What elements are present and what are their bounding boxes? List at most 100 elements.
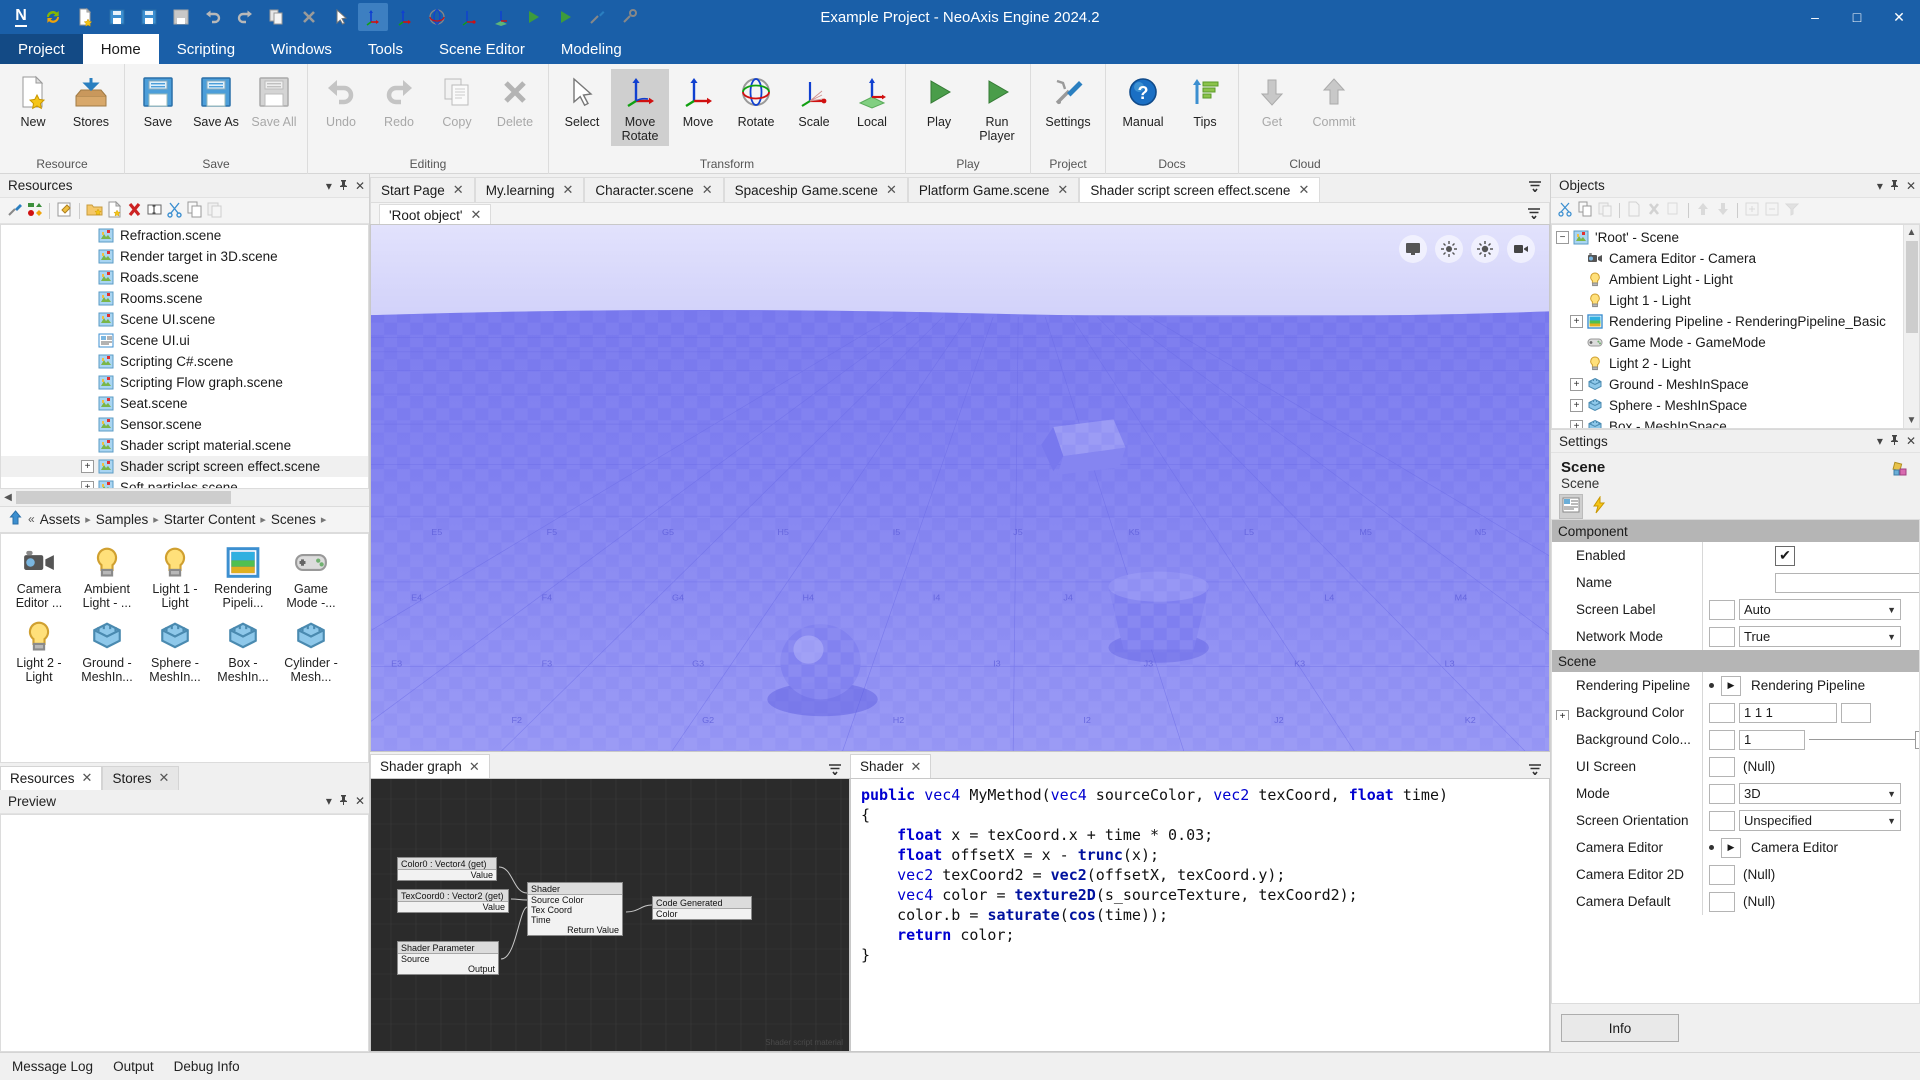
- wrench-icon[interactable]: [614, 3, 644, 31]
- events-icon[interactable]: [1591, 494, 1607, 517]
- pin-icon[interactable]: [338, 179, 349, 193]
- ribbon-tab-tools[interactable]: Tools: [350, 34, 421, 64]
- info-button[interactable]: Info: [1561, 1014, 1679, 1042]
- move-down-icon[interactable]: [1715, 201, 1731, 220]
- asset-item[interactable]: Ground - MeshIn...: [73, 614, 141, 688]
- property-value[interactable]: 1 1 1: [1702, 699, 1919, 726]
- minimize-button[interactable]: –: [1794, 0, 1836, 34]
- undo-button[interactable]: Undo: [312, 69, 370, 132]
- resource-tree-item[interactable]: Scripting C#.scene: [1, 351, 368, 372]
- close-icon[interactable]: ✕: [702, 182, 713, 198]
- property-value[interactable]: ✔: [1702, 542, 1919, 569]
- preview-body[interactable]: [0, 813, 369, 1052]
- camera-video-icon[interactable]: [1507, 235, 1535, 263]
- property-value[interactable]: [1702, 569, 1919, 596]
- move-icon[interactable]: [390, 3, 420, 31]
- breadcrumb-item-samples[interactable]: Samples: [96, 512, 149, 527]
- object-tree-item[interactable]: − 'Root' - Scene: [1552, 227, 1903, 248]
- close-icon[interactable]: ✕: [1906, 179, 1916, 193]
- objects-scrollbar[interactable]: ▲ ▼: [1903, 225, 1919, 428]
- property-row[interactable]: Camera Default (Null): [1552, 888, 1919, 915]
- redo-icon[interactable]: [230, 3, 260, 31]
- property-modifier-box[interactable]: [1709, 756, 1735, 777]
- app-logo[interactable]: N: [6, 3, 36, 31]
- document-tab[interactable]: Platform Game.scene ✕: [907, 177, 1080, 202]
- graph-node-shader-parameter[interactable]: Shader Parameter Source Output: [397, 941, 499, 975]
- panel-menu-icon[interactable]: ▾: [326, 794, 332, 808]
- property-grid[interactable]: Component Enabled ✔ Name Screen Label Auto ▼ Ne…: [1551, 519, 1920, 1004]
- delete-red-icon[interactable]: [126, 201, 143, 221]
- asset-item[interactable]: Rendering Pipeli...: [209, 540, 277, 614]
- sun-icon[interactable]: [1435, 235, 1463, 263]
- document-tab[interactable]: Spaceship Game.scene ✕: [723, 177, 908, 202]
- properties-icon[interactable]: [1892, 461, 1910, 482]
- property-color-value[interactable]: 1 1 1: [1739, 702, 1837, 723]
- document-tab[interactable]: Shader script screen effect.scene ✕: [1079, 177, 1321, 202]
- sun-bright-icon[interactable]: [1471, 235, 1499, 263]
- property-text-input[interactable]: [1775, 572, 1919, 593]
- property-row[interactable]: Mode 3D ▼: [1552, 780, 1919, 807]
- property-row[interactable]: Screen Label Auto ▼: [1552, 596, 1919, 623]
- close-icon[interactable]: ✕: [886, 182, 897, 198]
- asset-grid[interactable]: Camera Editor ... Ambient Light - ... Ligh…: [0, 532, 369, 763]
- objects-icon[interactable]: [26, 201, 43, 221]
- shader-overflow-icon[interactable]: [1528, 758, 1550, 778]
- document-tab[interactable]: Character.scene ✕: [584, 177, 724, 202]
- close-icon[interactable]: ✕: [470, 207, 481, 223]
- property-expand-arrow-icon[interactable]: ▶: [1721, 837, 1741, 858]
- resource-tree-item[interactable]: Sensor.scene: [1, 414, 368, 435]
- save-all-icon[interactable]: [166, 3, 196, 31]
- save-as-icon[interactable]: [134, 3, 164, 31]
- object-tree-item[interactable]: Camera Editor - Camera: [1552, 248, 1903, 269]
- settings-icon[interactable]: [582, 3, 612, 31]
- rotate-tool-button[interactable]: Rotate: [727, 69, 785, 132]
- asset-item[interactable]: Camera Editor ...: [5, 540, 73, 614]
- expand-toggle-icon[interactable]: +: [81, 481, 94, 488]
- property-modifier-box[interactable]: [1709, 783, 1735, 804]
- property-row[interactable]: Camera Editor 2D (Null): [1552, 861, 1919, 888]
- property-value[interactable]: ▶ Rendering Pipeline: [1702, 672, 1919, 699]
- collapse-icon[interactable]: [1764, 201, 1780, 220]
- object-tree-item[interactable]: + Ground - MeshInSpace: [1552, 374, 1903, 395]
- expand-toggle-icon[interactable]: −: [1556, 231, 1569, 244]
- scroll-thumb[interactable]: [1905, 240, 1918, 333]
- ribbon-tab-home[interactable]: Home: [82, 34, 159, 64]
- asset-item[interactable]: Sphere - MeshIn...: [141, 614, 209, 688]
- move-rotate-icon[interactable]: [358, 3, 388, 31]
- property-modifier-box[interactable]: [1709, 810, 1735, 831]
- save-as-button[interactable]: Save As: [187, 69, 245, 132]
- select-tool-button[interactable]: Select: [553, 69, 611, 132]
- asset-item[interactable]: Light 1 - Light: [141, 540, 209, 614]
- scroll-left-arrow[interactable]: ◀: [0, 492, 16, 503]
- scroll-up-arrow[interactable]: ▲: [1907, 225, 1917, 238]
- object-tree-item[interactable]: Game Mode - GameMode: [1552, 332, 1903, 353]
- resources-tree[interactable]: Refraction.scene Render target in 3D.scen…: [0, 224, 369, 489]
- manual-button[interactable]: ? Manual: [1110, 69, 1176, 132]
- close-icon[interactable]: ✕: [469, 759, 480, 775]
- property-combo[interactable]: 3D ▼: [1739, 783, 1901, 804]
- copy-icon[interactable]: [262, 3, 292, 31]
- expand-toggle-icon[interactable]: +: [1570, 399, 1583, 412]
- status-item-debug-info[interactable]: Debug Info: [174, 1059, 240, 1074]
- resource-tree-item[interactable]: Roads.scene: [1, 267, 368, 288]
- panel-menu-icon[interactable]: ▾: [1877, 434, 1883, 448]
- refresh-icon[interactable]: [38, 3, 68, 31]
- property-value[interactable]: Unspecified ▼: [1702, 807, 1919, 834]
- ribbon-tab-project[interactable]: Project: [0, 34, 83, 64]
- tab-shader-graph[interactable]: Shader graph ✕: [370, 754, 490, 778]
- shader-code-editor[interactable]: public vec4 MyMethod(vec4 sourceColor, v…: [850, 778, 1550, 1052]
- resource-tree-item[interactable]: Scene UI.scene: [1, 309, 368, 330]
- tab-shader[interactable]: Shader ✕: [850, 754, 932, 778]
- object-tree-item[interactable]: + Box - MeshInSpace: [1552, 416, 1903, 428]
- property-row[interactable]: Network Mode True ▼: [1552, 623, 1919, 650]
- object-tree-item[interactable]: Light 1 - Light: [1552, 290, 1903, 311]
- move-tool-button[interactable]: Move: [669, 69, 727, 132]
- copy-button[interactable]: Copy: [428, 69, 486, 132]
- save-button[interactable]: Save: [129, 69, 187, 132]
- resource-tree-item[interactable]: Render target in 3D.scene: [1, 246, 368, 267]
- dock-tab-resources[interactable]: Resources ✕: [0, 765, 103, 790]
- property-expand-arrow-icon[interactable]: ▶: [1721, 675, 1741, 696]
- local-tool-button[interactable]: Local: [843, 69, 901, 132]
- close-icon[interactable]: ✕: [1298, 182, 1309, 198]
- property-value[interactable]: 1: [1702, 726, 1919, 753]
